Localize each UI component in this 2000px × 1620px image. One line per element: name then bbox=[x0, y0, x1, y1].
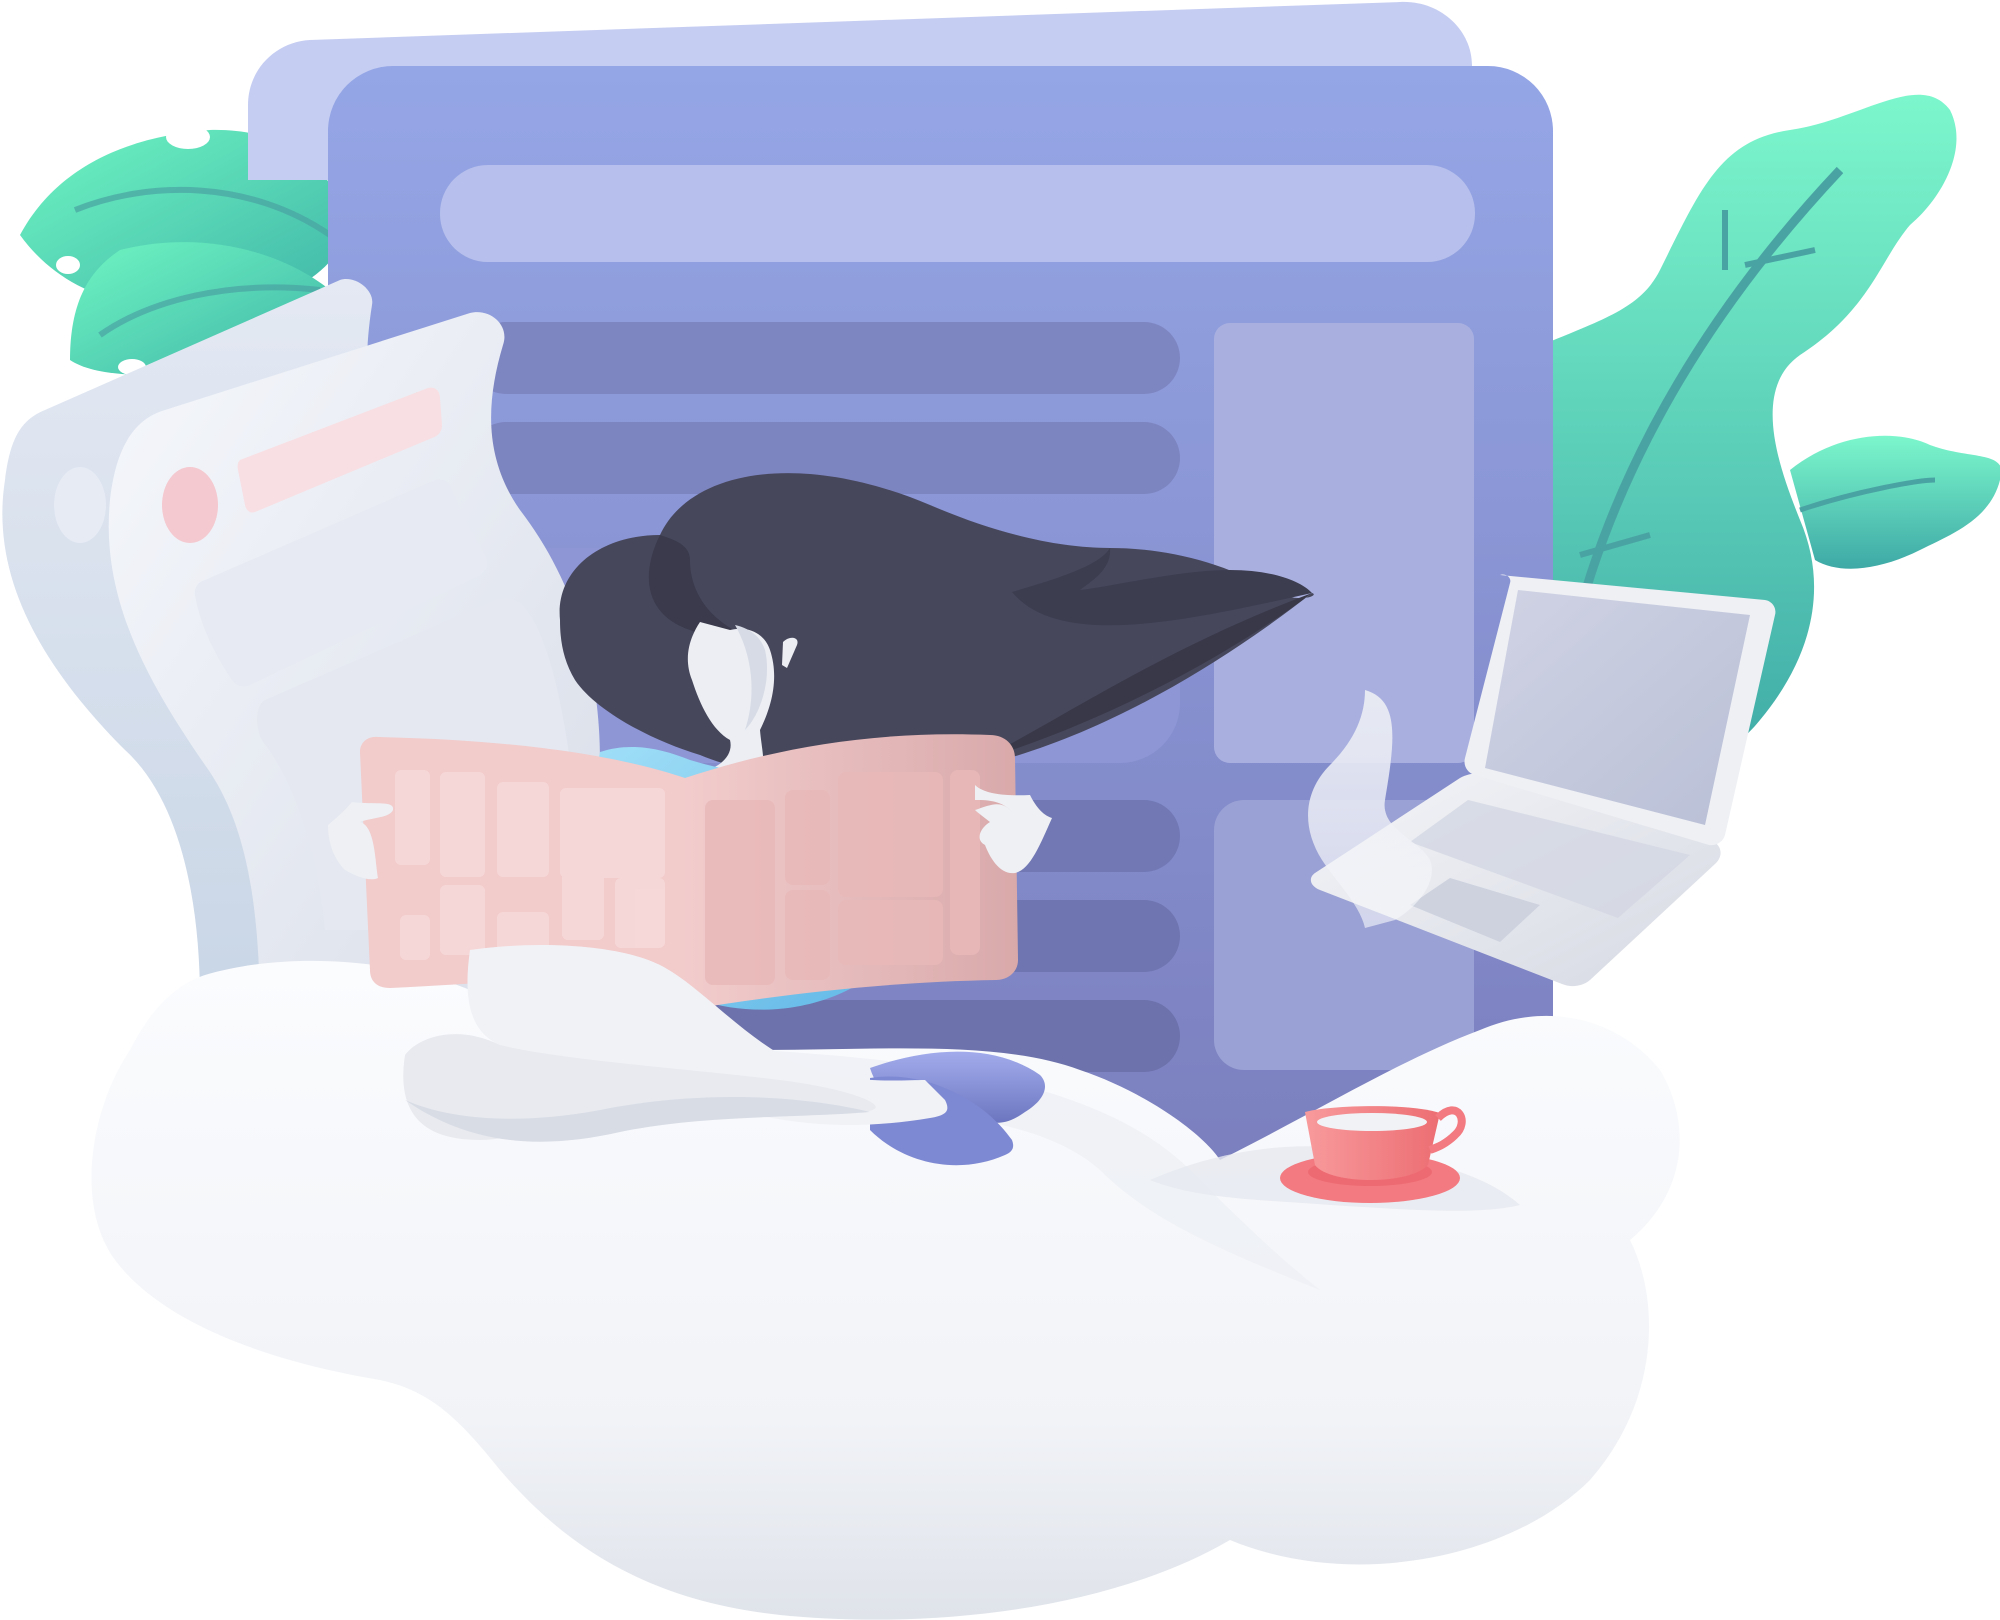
window-side-panel-top bbox=[1214, 323, 1474, 763]
window-search-bar bbox=[440, 165, 1475, 262]
illustration-canvas bbox=[2, 1, 2000, 1620]
cloud-icon bbox=[91, 960, 1680, 1620]
